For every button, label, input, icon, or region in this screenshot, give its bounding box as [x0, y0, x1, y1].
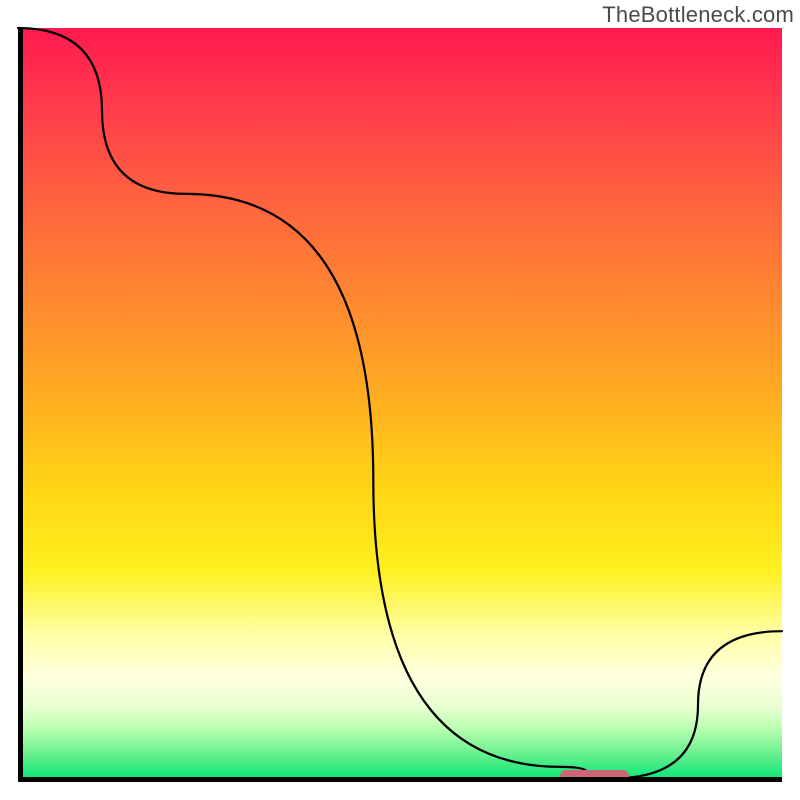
- bottleneck-curve: [18, 28, 782, 778]
- plot-area: [18, 28, 782, 782]
- y-axis: [18, 28, 23, 782]
- attribution-label: TheBottleneck.com: [602, 2, 794, 28]
- bottleneck-chart: TheBottleneck.com: [0, 0, 800, 800]
- x-axis: [18, 777, 782, 782]
- curve-overlay: [18, 28, 782, 782]
